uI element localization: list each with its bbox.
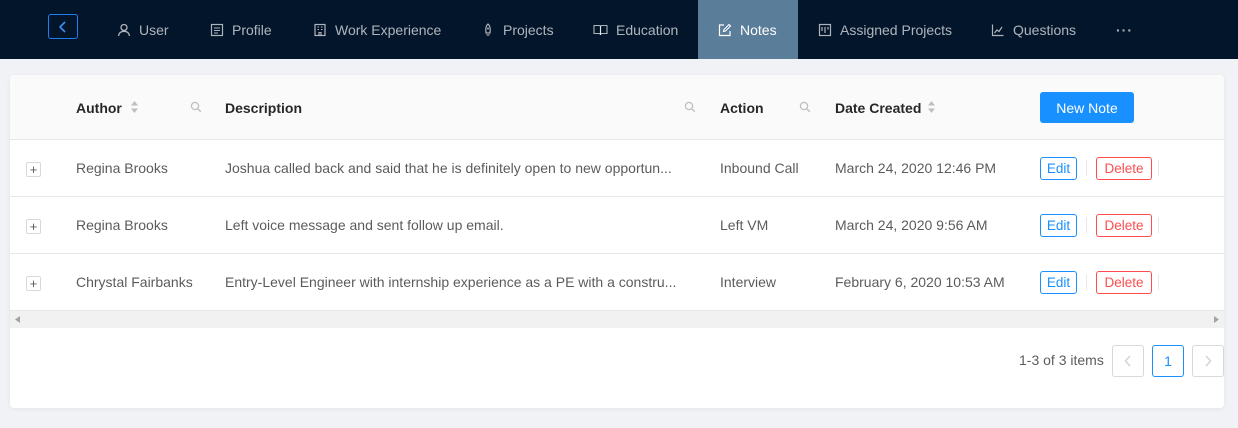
search-icon[interactable]: [190, 101, 202, 113]
divider: [1158, 274, 1159, 290]
column-action-label: Action: [720, 99, 764, 116]
delete-button[interactable]: Delete: [1096, 157, 1152, 180]
description-cell: Entry-Level Engineer with internship exp…: [225, 274, 677, 290]
tab-assigned-projects[interactable]: Assigned Projects: [818, 0, 952, 59]
divider: [1158, 160, 1159, 176]
rocket-icon: [485, 22, 491, 36]
column-date-created[interactable]: Date Created: [835, 75, 921, 140]
tab-user[interactable]: User: [117, 0, 169, 59]
book-icon: [593, 24, 608, 35]
edit-icon: [718, 23, 732, 36]
tab-assigned-projects-label: Assigned Projects: [840, 21, 953, 38]
author-cell: Regina Brooks: [76, 217, 168, 233]
tab-work-experience-label: Work Experience: [335, 21, 442, 38]
divider: [1158, 217, 1159, 233]
tab-user-label: User: [139, 21, 169, 38]
expand-row-button[interactable]: +: [26, 276, 41, 291]
tab-education-label: Education: [616, 21, 679, 38]
chevron-right-icon: [1205, 355, 1212, 367]
tab-work-experience[interactable]: Work Experience: [313, 0, 441, 59]
date-created-cell: February 6, 2020 10:53 AM: [835, 274, 1005, 290]
page-button-current[interactable]: 1: [1152, 345, 1184, 377]
edit-button[interactable]: Edit: [1040, 214, 1077, 237]
previous-page-button[interactable]: [1112, 345, 1144, 377]
date-created-cell: March 24, 2020 9:56 AM: [835, 217, 988, 233]
search-icon[interactable]: [684, 101, 696, 113]
edit-button[interactable]: Edit: [1040, 271, 1077, 294]
column-description[interactable]: Description: [225, 75, 302, 140]
expand-row-button[interactable]: +: [26, 219, 41, 234]
table-row: + Regina Brooks Joshua called back and s…: [10, 140, 1224, 197]
divider: [1086, 160, 1087, 176]
tab-profile-label: Profile: [232, 21, 272, 38]
tab-questions[interactable]: Questions: [991, 0, 1076, 59]
top-navigation: User Profile Work Experience Projects Ed…: [0, 0, 1238, 59]
action-cell: Inbound Call: [720, 160, 799, 176]
table-row: + Chrystal Fairbanks Entry-Level Enginee…: [10, 254, 1224, 311]
author-cell: Chrystal Fairbanks: [76, 274, 193, 290]
pagination-summary: 1-3 of 3 items: [1019, 352, 1104, 368]
description-cell: Left voice message and sent follow up em…: [225, 217, 504, 233]
profile-icon: [210, 23, 224, 36]
tab-profile[interactable]: Profile: [210, 0, 272, 59]
new-note-button[interactable]: New Note: [1040, 92, 1134, 123]
tab-notes-label: Notes: [740, 21, 777, 38]
delete-button[interactable]: Delete: [1096, 271, 1152, 294]
scroll-right-icon[interactable]: [1213, 316, 1219, 323]
action-cell: Interview: [720, 274, 777, 290]
divider: [1086, 274, 1087, 290]
notes-card: Author Description Action Date Created N…: [10, 75, 1224, 408]
chevron-left-icon: [58, 20, 66, 33]
sort-icon[interactable]: [130, 100, 139, 114]
column-action[interactable]: Action: [720, 75, 764, 140]
table-header: Author Description Action Date Created N…: [10, 75, 1224, 140]
date-created-cell: March 24, 2020 12:46 PM: [835, 160, 997, 176]
table-row: + Regina Brooks Left voice message and s…: [10, 197, 1224, 254]
column-author[interactable]: Author: [76, 75, 122, 140]
user-icon: [117, 23, 131, 36]
delete-button[interactable]: Delete: [1096, 214, 1152, 237]
scroll-left-icon[interactable]: [15, 316, 21, 323]
expand-row-button[interactable]: +: [26, 162, 41, 177]
divider: [1086, 217, 1087, 233]
search-icon[interactable]: [799, 101, 811, 113]
author-cell: Regina Brooks: [76, 160, 168, 176]
edit-button[interactable]: Edit: [1040, 157, 1077, 180]
chart-icon: [991, 24, 1004, 36]
tab-education[interactable]: Education: [593, 0, 678, 59]
column-date-created-label: Date Created: [835, 99, 922, 116]
back-button[interactable]: [48, 14, 78, 39]
next-page-button[interactable]: [1192, 345, 1224, 377]
building-icon: [314, 23, 326, 36]
board-icon: [818, 23, 832, 36]
ellipsis-icon: ···: [1116, 21, 1133, 38]
horizontal-scrollbar[interactable]: [10, 311, 1224, 328]
tab-projects-label: Projects: [503, 21, 554, 38]
tab-notes[interactable]: Notes: [698, 0, 798, 59]
action-cell: Left VM: [720, 217, 769, 233]
tab-questions-label: Questions: [1013, 21, 1077, 38]
sort-icon[interactable]: [927, 100, 936, 114]
column-description-label: Description: [225, 99, 303, 116]
description-cell: Joshua called back and said that he is d…: [225, 160, 672, 176]
more-menu-button[interactable]: ···: [1116, 0, 1133, 59]
tab-projects[interactable]: Projects: [481, 0, 554, 59]
chevron-left-icon: [1124, 355, 1131, 367]
column-author-label: Author: [76, 99, 122, 116]
